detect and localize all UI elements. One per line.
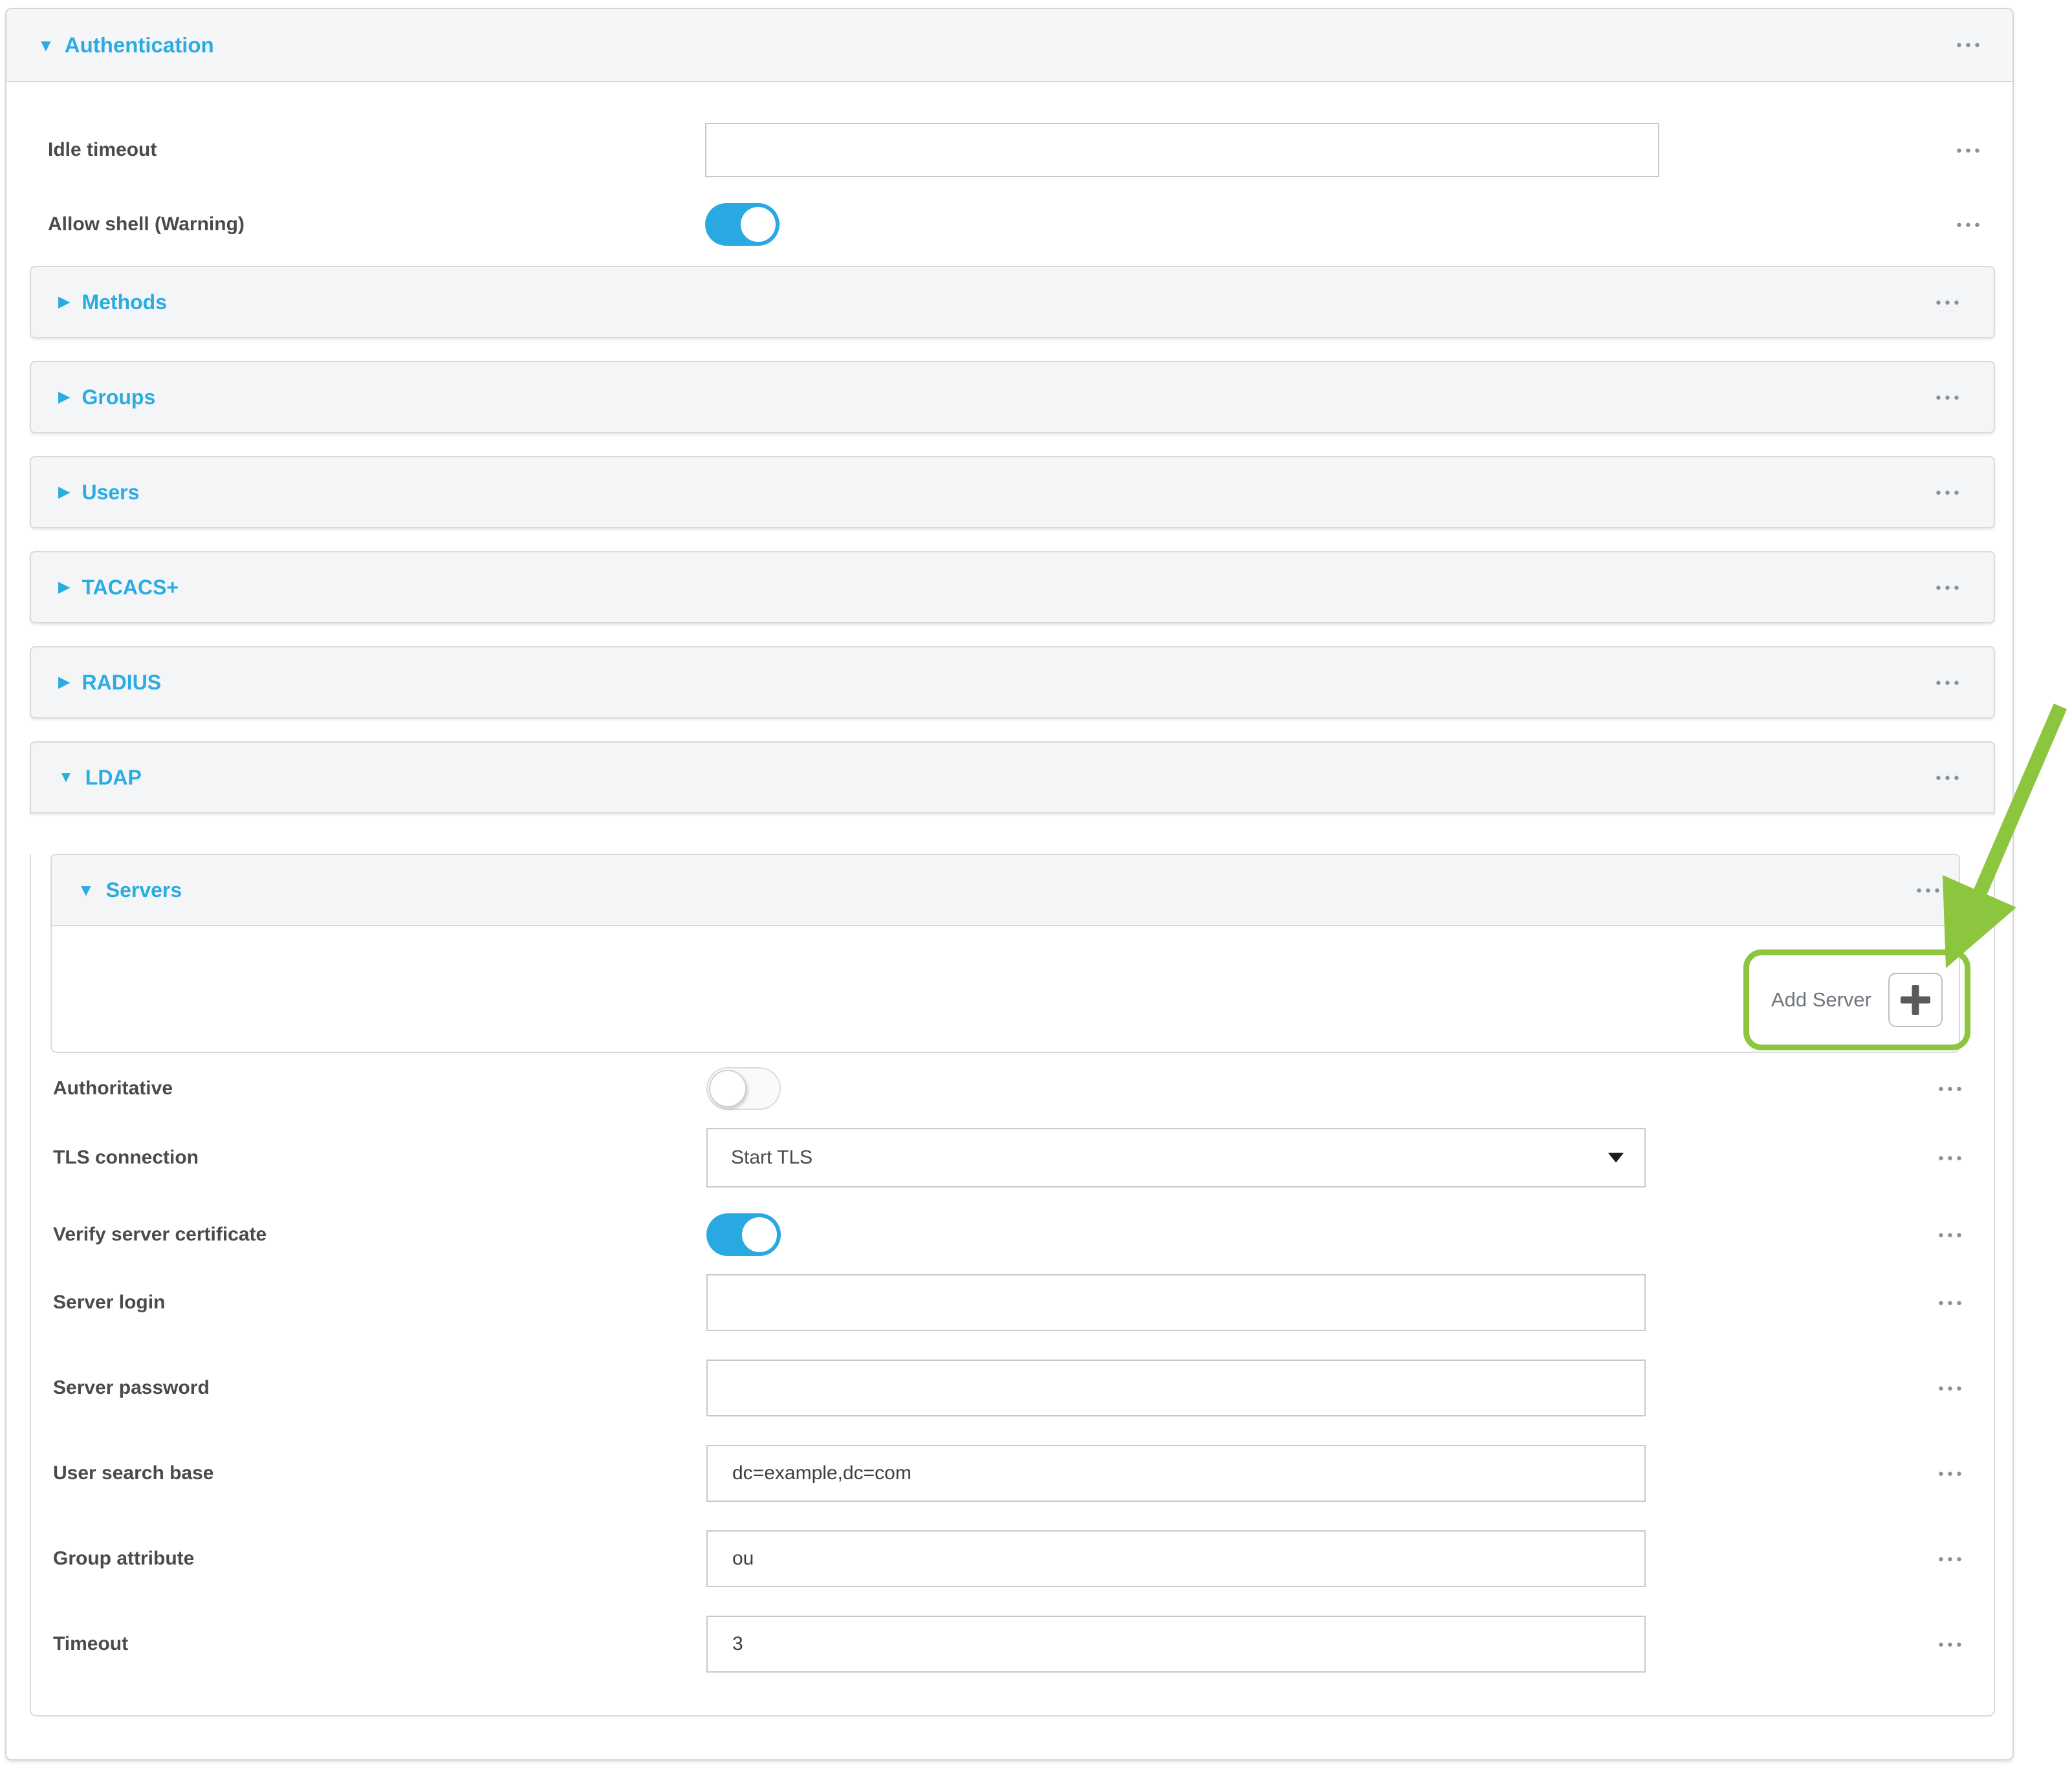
toggle-knob xyxy=(742,1217,777,1252)
group-attribute-row: Group attribute ●●● xyxy=(53,1530,1965,1587)
tls-connection-value: Start TLS xyxy=(731,1147,812,1169)
servers-title: Servers xyxy=(106,878,182,902)
tls-connection-row: TLS connection Start TLS ●●● xyxy=(53,1128,1965,1187)
more-options-icon[interactable]: ●●● xyxy=(1936,773,1963,783)
more-options-icon[interactable]: ●●● xyxy=(1938,1469,1965,1479)
plus-icon[interactable] xyxy=(1888,973,1943,1027)
authoritative-toggle[interactable] xyxy=(706,1067,781,1110)
user-search-base-row: User search base ●●● xyxy=(53,1445,1965,1502)
more-options-icon[interactable]: ●●● xyxy=(1938,1383,1965,1393)
user-search-base-label: User search base xyxy=(53,1462,706,1484)
toggle-knob xyxy=(741,207,776,242)
tls-connection-select[interactable]: Start TLS xyxy=(706,1128,1646,1187)
more-options-icon[interactable]: ●●● xyxy=(1956,220,1983,230)
user-search-base-input[interactable] xyxy=(706,1445,1646,1502)
section-bar-label: Users xyxy=(82,481,139,504)
authentication-panel: ▼ Authentication ●●● Idle timeout ●●● Al… xyxy=(5,8,2014,1761)
more-options-icon[interactable]: ●●● xyxy=(1938,1298,1965,1308)
server-password-label: Server password xyxy=(53,1377,706,1399)
more-options-icon[interactable]: ●●● xyxy=(1916,885,1943,895)
authentication-header[interactable]: ▼ Authentication ●●● xyxy=(6,9,2012,82)
servers-header[interactable]: ▼ Servers ●●● xyxy=(50,854,1960,926)
authoritative-row: Authoritative ●●● xyxy=(53,1067,1965,1110)
more-options-icon[interactable]: ●●● xyxy=(1936,298,1963,307)
more-options-icon[interactable]: ●●● xyxy=(1956,146,1983,155)
idle-timeout-label: Idle timeout xyxy=(48,139,705,161)
timeout-row: Timeout ●●● xyxy=(53,1616,1965,1673)
more-options-icon[interactable]: ●●● xyxy=(1938,1640,1965,1649)
verify-server-certificate-toggle[interactable] xyxy=(706,1213,781,1256)
server-login-row: Server login ●●● xyxy=(53,1274,1965,1331)
more-options-icon[interactable]: ●●● xyxy=(1938,1153,1965,1163)
more-options-icon[interactable]: ●●● xyxy=(1938,1230,1965,1240)
section-bar-label: Groups xyxy=(82,385,155,409)
idle-timeout-input[interactable] xyxy=(705,123,1659,177)
section-bar-label: TACACS+ xyxy=(82,576,179,600)
group-attribute-label: Group attribute xyxy=(53,1548,706,1570)
ldap-section-body: ▼ Servers ●●● Add Server Authoritative ●… xyxy=(30,854,1995,1717)
section-bar-methods[interactable]: ▶ Methods ●●● xyxy=(30,266,1995,338)
more-options-icon[interactable]: ●●● xyxy=(1936,393,1963,402)
more-options-icon[interactable]: ●●● xyxy=(1938,1554,1965,1564)
timeout-input[interactable] xyxy=(706,1616,1646,1673)
more-options-icon[interactable]: ●●● xyxy=(1956,40,1983,50)
allow-shell-row: Allow shell (Warning) ●●● xyxy=(6,203,2012,246)
chevron-down-icon xyxy=(1608,1153,1624,1163)
expand-arrow-icon: ▶ xyxy=(58,389,70,405)
idle-timeout-row: Idle timeout ●●● xyxy=(6,123,2012,177)
timeout-label: Timeout xyxy=(53,1633,706,1655)
more-options-icon[interactable]: ●●● xyxy=(1936,678,1963,688)
server-login-input[interactable] xyxy=(706,1274,1646,1331)
section-bar-label: LDAP xyxy=(85,766,142,790)
verify-server-certificate-row: Verify server certificate ●●● xyxy=(53,1213,1965,1256)
section-bar-users[interactable]: ▶ Users ●●● xyxy=(30,456,1995,528)
add-server-button[interactable]: Add Server xyxy=(1771,973,1943,1027)
collapse-arrow-icon: ▼ xyxy=(58,770,74,785)
server-login-label: Server login xyxy=(53,1292,706,1314)
section-bar-ldap[interactable]: ▼ LDAP ●●● xyxy=(30,741,1995,814)
expand-arrow-icon: ▶ xyxy=(58,484,70,500)
add-server-label: Add Server xyxy=(1771,988,1871,1012)
authoritative-label: Authoritative xyxy=(53,1078,706,1100)
expand-arrow-icon: ▶ xyxy=(58,580,70,595)
verify-server-certificate-label: Verify server certificate xyxy=(53,1224,706,1246)
server-password-input[interactable] xyxy=(706,1360,1646,1416)
authentication-title: Authentication xyxy=(65,33,214,58)
annotation-highlight-box: Add Server xyxy=(1743,949,1970,1050)
section-bar-label: RADIUS xyxy=(82,671,161,695)
expand-arrow-icon: ▶ xyxy=(58,675,70,690)
collapse-arrow-icon: ▼ xyxy=(38,37,54,54)
section-bar-label: Methods xyxy=(82,290,167,314)
section-bar-tacacs[interactable]: ▶ TACACS+ ●●● xyxy=(30,551,1995,623)
servers-body: Add Server xyxy=(50,926,1960,1053)
section-bar-radius[interactable]: ▶ RADIUS ●●● xyxy=(30,646,1995,719)
allow-shell-toggle[interactable] xyxy=(705,203,780,246)
expand-arrow-icon: ▶ xyxy=(58,294,70,310)
more-options-icon[interactable]: ●●● xyxy=(1936,583,1963,592)
tls-connection-label: TLS connection xyxy=(53,1147,706,1169)
collapse-arrow-icon: ▼ xyxy=(78,882,94,898)
section-bar-groups[interactable]: ▶ Groups ●●● xyxy=(30,361,1995,433)
toggle-knob xyxy=(709,1070,747,1107)
more-options-icon[interactable]: ●●● xyxy=(1936,488,1963,497)
server-password-row: Server password ●●● xyxy=(53,1360,1965,1416)
allow-shell-label: Allow shell (Warning) xyxy=(48,213,705,235)
group-attribute-input[interactable] xyxy=(706,1530,1646,1587)
more-options-icon[interactable]: ●●● xyxy=(1938,1084,1965,1094)
